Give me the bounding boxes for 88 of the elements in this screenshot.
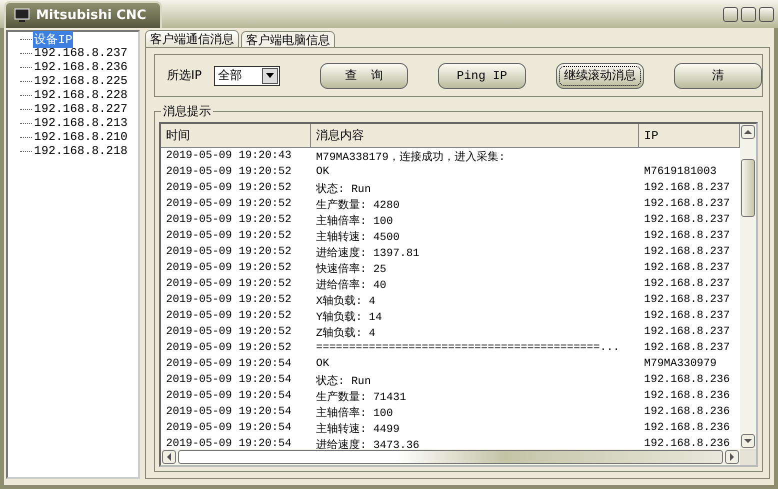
group-title: 消息提示	[162, 103, 212, 120]
table-cell-text: OK	[315, 358, 330, 370]
table-cell-text: 快速倍率: 25	[314, 262, 388, 276]
table-cell-text: M7619181003	[643, 166, 718, 178]
ip-dropdown[interactable]: 全部	[214, 66, 280, 86]
table-cell-text: ===========================================...	[315, 342, 621, 354]
up-arrow-icon	[744, 130, 752, 134]
table-cell-text: 2019-05-09 19:20:52	[165, 342, 292, 354]
table-cell-text: 2019-05-09 19:20:43	[165, 150, 292, 162]
table-cell-text: 2019-05-09 19:20:54	[165, 422, 292, 434]
ip-label: 所选IP	[167, 67, 202, 84]
table-cell-text: 2019-05-09 19:20:52	[165, 310, 292, 322]
vertical-scrollbar[interactable]	[740, 124, 756, 449]
table-cell-text: 2019-05-09 19:20:52	[165, 182, 292, 194]
table-cell-text: OK	[315, 166, 330, 178]
table-cell-text: 2019-05-09 19:20:52	[165, 246, 292, 258]
table-cell-text: 2019-05-09 19:20:54	[165, 390, 292, 402]
table-cell-text: 2019-05-09 19:20:52	[165, 278, 292, 290]
table-cell-text: 2019-05-09 19:20:52	[165, 198, 292, 210]
table-cell-text: 生产数量: 4280	[315, 198, 401, 212]
window-title: Mitsubishi CNC	[4, 1, 162, 28]
table-cell-text: 192.168.8.237	[643, 310, 731, 322]
table-cell-text: 进给速度: 3473.36	[315, 438, 420, 449]
table-cell-text: 主轴倍率: 100	[315, 406, 394, 420]
table-cell-text: 主轴倍率: 100	[315, 214, 394, 228]
table-cell-text: 2019-05-09 19:20:52	[165, 230, 292, 242]
toolbar-button[interactable]: 查 询	[320, 62, 408, 88]
table-cell-text: 2019-05-09 19:20:54	[165, 438, 292, 449]
tree-item[interactable]: 192.168.8.236	[33, 60, 129, 74]
toolbar-button[interactable]: Ping IP	[438, 62, 526, 88]
dropdown-arrow-icon	[266, 73, 274, 78]
tab[interactable]: 客户端通信消息	[145, 30, 239, 47]
table-cell-text: 192.168.8.236	[643, 390, 731, 402]
tree-item[interactable]: 192.168.8.210	[33, 130, 129, 144]
table-cell-text: 192.168.8.237	[643, 230, 731, 242]
table-cell-text: 192.168.8.237	[643, 246, 731, 258]
tree-item[interactable]: 192.168.8.237	[33, 46, 129, 60]
tree-item[interactable]: 192.168.8.228	[33, 88, 129, 102]
horizontal-scrollbar[interactable]	[161, 449, 740, 465]
table-cell-text: 192.168.8.236	[643, 406, 731, 418]
table-cell-text: 192.168.8.237	[643, 262, 731, 274]
table-cell-text: 2019-05-09 19:20:52	[165, 294, 292, 306]
table-cell-text: 2019-05-09 19:20:52	[165, 326, 292, 338]
tree-item[interactable]: 设备IP	[33, 30, 74, 48]
table-cell-text: 2019-05-09 19:20:54	[165, 358, 292, 370]
table-cell-text: 192.168.8.237	[643, 198, 731, 210]
table-cell-text: 192.168.8.237	[643, 278, 731, 290]
table-cell-text: 192.168.8.237	[643, 294, 731, 306]
table-cell-text: 进给速度: 1397.81	[315, 246, 420, 260]
scrollbar-corner	[740, 449, 756, 465]
tree-item[interactable]: 192.168.8.225	[33, 74, 129, 88]
toolbar-button[interactable]: 清	[674, 62, 762, 88]
scrollbar-thumb[interactable]	[741, 159, 755, 217]
table-cell-text: 2019-05-09 19:20:52	[165, 262, 292, 274]
table-cell-text: M79MA338179，连接成功，进入采集:	[315, 150, 506, 164]
tree-item[interactable]: 192.168.8.218	[33, 144, 129, 158]
column-header[interactable]: 消息内容	[311, 124, 639, 147]
table-cell-text: X轴负载: 4	[315, 294, 376, 308]
table-cell-text: 192.168.8.237	[643, 326, 731, 338]
table-cell-text: 2019-05-09 19:20:54	[165, 406, 292, 418]
column-header[interactable]: 时间	[161, 124, 311, 147]
table-cell-text: Z轴负载: 4	[315, 326, 376, 340]
tree-item[interactable]: 192.168.8.227	[33, 102, 129, 116]
table-cell-text: 192.168.8.236	[643, 422, 731, 434]
left-arrow-icon	[167, 453, 171, 461]
table-cell-text: 192.168.8.237	[643, 214, 731, 226]
scrollbar-thumb[interactable]	[178, 450, 723, 464]
table-cell-text: 2019-05-09 19:20:52	[165, 214, 292, 226]
down-arrow-icon	[744, 439, 752, 443]
table-cell-text: 生产数量: 71431	[315, 390, 408, 404]
table-cell-text: 192.168.8.236	[643, 374, 731, 386]
table-cell-text: 状态: Run	[315, 374, 372, 388]
right-arrow-icon	[730, 453, 734, 461]
table-cell-text: 状态: Run	[315, 182, 372, 196]
toolbar-button[interactable]: 继续滚动消息	[556, 62, 644, 88]
table-cell-text: 2019-05-09 19:20:54	[165, 374, 292, 386]
table-cell-text: Y轴负载: 14	[315, 310, 384, 324]
table-cell-text: 192.168.8.237	[643, 182, 731, 194]
tab[interactable]: 客户端电脑信息	[241, 31, 335, 47]
table-cell-text: 进给倍率: 40	[315, 278, 388, 292]
table-cell-text: 192.168.8.237	[643, 342, 731, 354]
table-cell-text: 192.168.8.236	[643, 438, 731, 449]
table-cell-text: 主轴转速: 4500	[315, 230, 401, 244]
tree-item[interactable]: 192.168.8.213	[33, 116, 129, 130]
table-cell-text: 2019-05-09 19:20:52	[165, 166, 292, 178]
table-cell-text: 主轴转速: 4499	[315, 422, 401, 436]
table-cell-text: M79MA330979	[643, 358, 718, 370]
monitor-icon	[14, 8, 30, 23]
